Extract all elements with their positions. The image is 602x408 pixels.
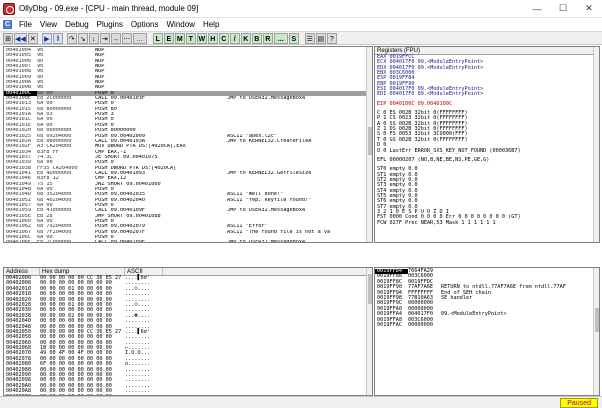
run-icon[interactable]: ▶ — [41, 32, 52, 44]
pause-icon[interactable]: ‖ — [52, 32, 63, 44]
stack-value: 00000000 — [408, 321, 433, 328]
menu-options[interactable]: Options — [127, 18, 163, 31]
threads-button[interactable]: T — [185, 32, 196, 44]
run-trace-button[interactable]: ... — [273, 32, 288, 44]
stack-pane[interactable]: 0019FF84 7664FA29 0019FF88 003C6000 0019FF8C… — [374, 267, 600, 396]
ollydbg-app-icon — [3, 2, 15, 15]
restart-icon[interactable]: ◀◀ — [14, 32, 27, 44]
breakpoints-button[interactable]: B — [251, 32, 262, 44]
dump-header-ascii[interactable]: ASCII — [125, 268, 163, 275]
open-icon[interactable]: ⊞ — [3, 32, 13, 44]
dump-header-hex[interactable]: Hex dump — [40, 268, 125, 275]
log-window-button[interactable]: L — [152, 32, 163, 44]
patches-button[interactable]: / — [229, 32, 240, 44]
menu-debug[interactable]: Debug — [61, 18, 93, 31]
disasm-instruction: CALL 09.0040109F — [95, 240, 227, 242]
register-lines: EAX 0019FFCC ECX 004017F0 09.<ModuleEntry… — [375, 54, 599, 226]
register-line[interactable]: FCW 027F Prec NEAR,53 Mask 1 1 1 1 1 1 — [375, 220, 599, 226]
dump-rows: 00402000 00 00 00 00 00 CC 36 E5 27 ....▌6… — [4, 275, 372, 395]
memory-dump-pane[interactable]: Address Hex dump ASCII 00402000 00 00 00 … — [3, 267, 373, 396]
registers-pane[interactable]: Registers (FPU) EAX 0019FFCC ECX 004017F0… — [374, 46, 600, 243]
close-button[interactable]: ✕ — [576, 0, 602, 18]
dump-scroll-thumb[interactable] — [368, 274, 372, 304]
menu-bar: C File View Debug Plugins Options Window… — [0, 18, 602, 31]
stack-scrollbar[interactable] — [593, 268, 599, 395]
step-into-icon[interactable]: ↷ — [66, 32, 77, 44]
minimize-button[interactable]: — — [524, 0, 550, 18]
toolbar: ⊞ ◀◀ ✕ ▶ ‖ ↷ ↘ ↓ ⇥ → ⋯ … L E M T W H C /… — [0, 31, 602, 45]
disassembly-pane[interactable]: 00401004 90 NOP 00401005 90 NOP 00401006 90 NOP 0… — [3, 46, 373, 243]
cpu-button[interactable]: C — [218, 32, 229, 44]
window-title: OllyDbg - 09.exe - [CPU - main thread, m… — [19, 4, 199, 13]
disasm-address: 0040106E — [4, 240, 37, 242]
stack-comment — [441, 323, 599, 328]
stack-row[interactable]: 0019FFAC 00000000 — [375, 321, 599, 328]
menu-view[interactable]: View — [36, 18, 61, 31]
dump-scrollbar[interactable] — [366, 268, 372, 395]
menu-help[interactable]: Help — [199, 18, 223, 31]
status-bar: Paused — [0, 396, 602, 408]
disassembly-scroll-thumb[interactable] — [368, 127, 372, 155]
execute-till-return-icon[interactable]: → — [110, 32, 121, 44]
handles-button[interactable]: H — [207, 32, 218, 44]
close-program-icon[interactable]: ✕ — [27, 32, 38, 44]
menu-window[interactable]: Window — [163, 18, 199, 31]
appearance-icon[interactable]: ☰ — [304, 32, 315, 44]
more-icon[interactable]: … — [132, 32, 147, 44]
step-over-icon[interactable]: ↘ — [77, 32, 88, 44]
disassembly-rows: 00401004 90 NOP 00401005 90 NOP 00401006 90 NOP 0… — [4, 47, 372, 242]
stack-rows: 0019FF84 7664FA29 0019FF88 003C6000 0019FF8C… — [375, 268, 599, 328]
cpu-window-icon[interactable]: C — [3, 20, 12, 29]
stack-scroll-thumb[interactable] — [595, 308, 599, 332]
source-button[interactable]: S — [288, 32, 299, 44]
menu-plugins[interactable]: Plugins — [93, 18, 127, 31]
disasm-row[interactable]: 0040106EE8 2C000000CALL 09.0040109FJMP t… — [4, 240, 372, 242]
executable-modules-button[interactable]: E — [163, 32, 174, 44]
call-stack-button[interactable]: K — [240, 32, 251, 44]
memory-map-button[interactable]: M — [174, 32, 185, 44]
disasm-hex: E8 2C000000 — [37, 240, 95, 242]
disasm-comment: JMP to USER32.MessageBoxA — [227, 240, 372, 242]
status-paused-badge: Paused — [560, 398, 598, 408]
disassembly-scrollbar[interactable] — [366, 47, 372, 242]
title-bar: OllyDbg - 09.exe - [CPU - main thread, m… — [0, 0, 602, 18]
stack-address: 0019FFAC — [377, 321, 402, 328]
dump-header-address[interactable]: Address — [4, 268, 40, 275]
trace-over-icon[interactable]: ⇥ — [99, 32, 110, 44]
registers-title: Registers (FPU) — [377, 48, 421, 54]
menu-file[interactable]: File — [15, 18, 36, 31]
help-icon[interactable]: ? — [326, 32, 337, 44]
trace-into-icon[interactable]: ↓ — [88, 32, 99, 44]
go-to-icon[interactable]: ⋯ — [121, 32, 132, 44]
references-button[interactable]: R — [262, 32, 273, 44]
options-icon[interactable]: ▤ — [315, 32, 326, 44]
maximize-button[interactable]: ☐ — [550, 0, 576, 18]
registers-scrollbar[interactable] — [593, 47, 599, 242]
windows-button[interactable]: W — [196, 32, 207, 44]
